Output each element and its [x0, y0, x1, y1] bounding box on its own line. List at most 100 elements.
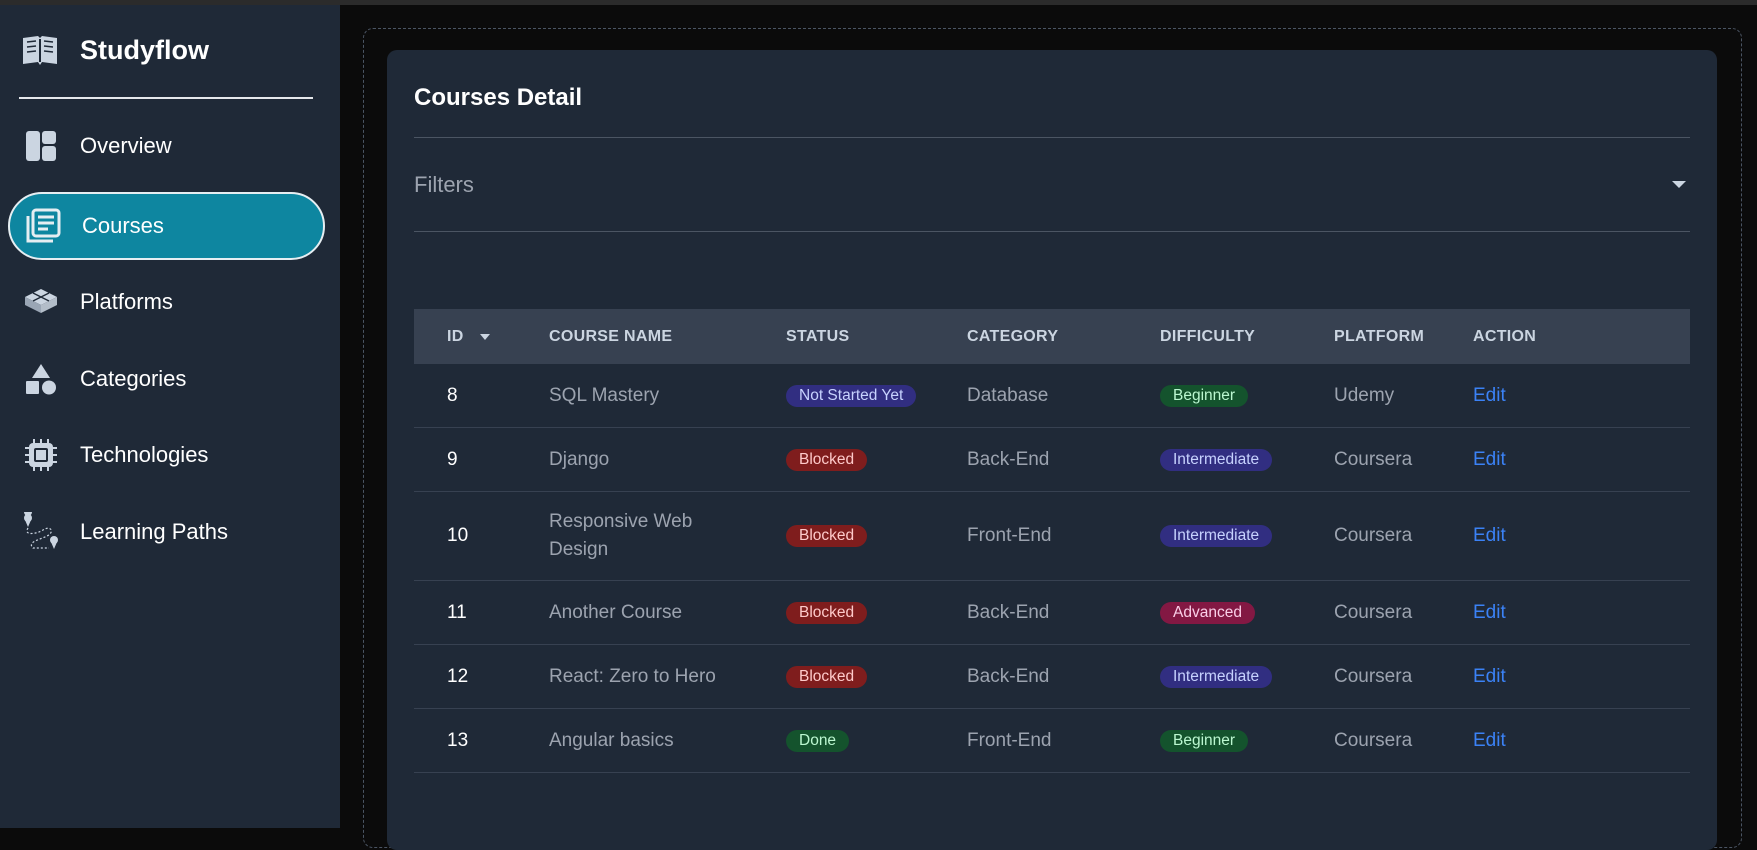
table-row: 11 Another Course Blocked Back-End Advanced C…: [414, 581, 1690, 645]
cell-status: Blocked: [786, 581, 868, 644]
column-header-platform: PLATFORM: [1334, 327, 1425, 345]
cell-course-name: SQL Mastery: [549, 384, 660, 406]
edit-link[interactable]: Edit: [1473, 602, 1506, 624]
cell-id: 8: [447, 384, 458, 406]
table-row: 10 Responsive Web Design Blocked Front-End I…: [414, 492, 1690, 581]
courses-card: Courses Detail Filters ID COURSE NAME ST…: [387, 50, 1717, 850]
page-title: Courses Detail: [414, 84, 583, 111]
sidebar-item-label: Platforms: [80, 289, 173, 314]
cell-platform: Coursera: [1334, 665, 1413, 687]
column-header-course-name: COURSE NAME: [549, 327, 673, 345]
table-row: 9 Django Blocked Back-End Intermediate Course…: [414, 428, 1690, 492]
cell-category: Back-End: [967, 665, 1050, 687]
categories-icon: [21, 359, 61, 399]
cell-course-name: Angular basics: [549, 729, 674, 751]
cell-difficulty: Intermediate: [1160, 645, 1273, 708]
edit-link[interactable]: Edit: [1473, 449, 1506, 471]
cell-difficulty: Beginner: [1160, 364, 1249, 427]
sidebar-item-overview[interactable]: Overview: [8, 112, 325, 180]
sidebar-divider: [19, 97, 313, 99]
cell-difficulty: Intermediate: [1160, 428, 1273, 491]
status-badge: Blocked: [786, 665, 868, 688]
cell-platform: Coursera: [1334, 729, 1413, 751]
cell-id: 10: [447, 525, 469, 546]
cell-id: 9: [447, 448, 458, 470]
cell-action: Edit: [1473, 364, 1506, 427]
difficulty-badge: Beginner: [1160, 384, 1249, 407]
dashboard-icon: [21, 126, 61, 166]
sidebar-item-technologies[interactable]: Technologies: [8, 421, 325, 489]
divider: [414, 231, 1690, 232]
difficulty-badge: Beginner: [1160, 729, 1249, 752]
status-badge: Not Started Yet: [786, 384, 917, 407]
cell-action: Edit: [1473, 581, 1506, 644]
column-header-status: STATUS: [786, 327, 850, 345]
filters-label: Filters: [414, 171, 474, 197]
edit-link[interactable]: Edit: [1473, 730, 1506, 752]
sidebar-item-label: Categories: [80, 366, 187, 391]
sidebar-item-label: Courses: [82, 213, 164, 238]
cell-category: Front-End: [967, 525, 1052, 546]
difficulty-badge: Advanced: [1160, 601, 1255, 624]
cell-platform: Coursera: [1334, 525, 1413, 546]
brand[interactable]: Studyflow: [20, 30, 209, 70]
platforms-icon: [21, 282, 61, 322]
sidebar-item-courses[interactable]: Courses: [8, 192, 325, 260]
route-icon: [21, 512, 61, 552]
sidebar-item-label: Overview: [80, 133, 172, 158]
table-row: 13 Angular basics Done Front-End Beginner Cou…: [414, 709, 1690, 773]
status-badge: Blocked: [786, 525, 868, 547]
sidebar-item-platforms[interactable]: Platforms: [8, 268, 325, 336]
difficulty-badge: Intermediate: [1160, 525, 1273, 547]
cell-platform: Udemy: [1334, 384, 1395, 406]
column-header-category: CATEGORY: [967, 327, 1059, 345]
cell-status: Not Started Yet: [786, 364, 917, 427]
cell-action: Edit: [1473, 428, 1506, 491]
book-open-icon: [20, 30, 60, 70]
cell-platform: Coursera: [1334, 601, 1413, 623]
cell-id: 11: [447, 601, 467, 623]
cell-category: Database: [967, 384, 1049, 406]
cell-status: Blocked: [786, 492, 868, 580]
cell-id: 12: [447, 665, 469, 687]
sidebar: Studyflow Overview Courses Platforms Cat…: [0, 5, 340, 828]
sidebar-item-label: Learning Paths: [80, 519, 228, 544]
cell-course-name: Responsive Web Design: [549, 511, 693, 560]
cell-status: Blocked: [786, 428, 868, 491]
column-header-label: ID: [447, 327, 464, 345]
chevron-down-icon: [1672, 181, 1686, 188]
status-badge: Blocked: [786, 601, 868, 624]
sidebar-item-categories[interactable]: Categories: [8, 345, 325, 413]
table-row: 12 React: Zero to Hero Blocked Back-End Inte…: [414, 645, 1690, 709]
app-title: Studyflow: [80, 34, 209, 65]
cell-difficulty: Beginner: [1160, 709, 1249, 772]
cell-category: Back-End: [967, 448, 1050, 470]
edit-link[interactable]: Edit: [1473, 525, 1506, 547]
cell-id: 13: [447, 729, 469, 751]
cell-course-name: React: Zero to Hero: [549, 665, 716, 687]
edit-link[interactable]: Edit: [1473, 385, 1506, 407]
table-row: 8 SQL Mastery Not Started Yet Database Begin…: [414, 364, 1690, 428]
sort-desc-icon[interactable]: [479, 333, 490, 340]
cell-difficulty: Advanced: [1160, 581, 1255, 644]
courses-icon: [23, 206, 63, 246]
difficulty-badge: Intermediate: [1160, 448, 1273, 471]
cell-category: Back-End: [967, 601, 1050, 623]
cell-action: Edit: [1473, 645, 1506, 708]
difficulty-badge: Intermediate: [1160, 665, 1273, 688]
column-header-action: ACTION: [1473, 327, 1537, 345]
courses-table: ID COURSE NAME STATUS CATEGORY DIFFICULT…: [414, 309, 1690, 773]
filters-toggle[interactable]: Filters: [414, 138, 1690, 231]
status-badge: Done: [786, 729, 850, 752]
cell-platform: Coursera: [1334, 448, 1413, 470]
sidebar-item-learning-paths[interactable]: Learning Paths: [8, 498, 325, 566]
table-header: ID COURSE NAME STATUS CATEGORY DIFFICULT…: [414, 309, 1690, 364]
edit-link[interactable]: Edit: [1473, 666, 1506, 688]
cell-difficulty: Intermediate: [1160, 492, 1273, 580]
cell-action: Edit: [1473, 492, 1506, 580]
column-header-id[interactable]: ID: [447, 309, 490, 364]
sidebar-item-label: Technologies: [80, 442, 209, 467]
chip-icon: [21, 435, 61, 475]
cell-category: Front-End: [967, 729, 1052, 751]
cell-status: Done: [786, 709, 850, 772]
